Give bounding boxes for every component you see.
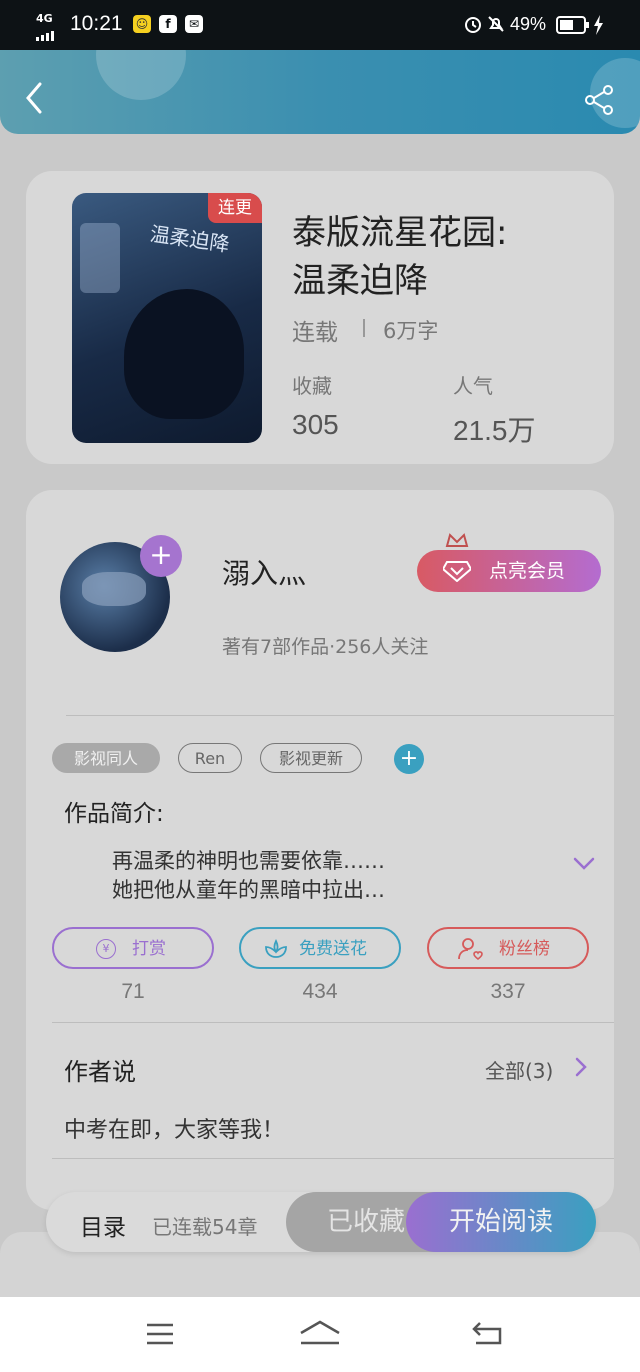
- collect-value: 305: [292, 409, 339, 440]
- popularity-value: 21.5万: [453, 415, 536, 446]
- author-says-all-link[interactable]: 全部(3): [485, 1055, 553, 1084]
- expand-chevron-icon[interactable]: [572, 856, 596, 876]
- tag-fandom[interactable]: 影视同人: [52, 743, 160, 773]
- intro-line1: 再温柔的神明也需要依靠……: [112, 849, 385, 873]
- yen-icon: ¥: [96, 939, 116, 959]
- chevron-right-icon[interactable]: [574, 1056, 588, 1082]
- member-button[interactable]: 点亮会员: [417, 550, 601, 592]
- author-name[interactable]: 溺入灬: [222, 552, 306, 592]
- tip-button-label: 打赏: [132, 939, 166, 959]
- popularity-label: 人气: [453, 374, 493, 398]
- decor-bubble: [96, 50, 186, 100]
- start-reading-button[interactable]: 开始阅读: [406, 1192, 596, 1252]
- diamond-icon: [443, 561, 471, 582]
- status-divider: [363, 319, 365, 337]
- tip-count: 71: [121, 980, 145, 1003]
- back-nav-icon[interactable]: [470, 1319, 506, 1351]
- chapter-count: 已连载54章: [152, 1215, 258, 1239]
- book-title-line1: 泰版流星花园:: [292, 213, 508, 253]
- avatar-figures: [82, 572, 146, 606]
- mail-icon: ✉: [185, 15, 203, 33]
- book-title-line2: 温柔迫降: [292, 261, 428, 301]
- collect-label: 收藏: [292, 374, 332, 398]
- author-stats: 著有7部作品·256人关注: [222, 636, 429, 658]
- free-flower-button[interactable]: 免费送花: [239, 927, 401, 969]
- cover-light: [80, 223, 120, 293]
- system-nav-bar: [0, 1297, 640, 1372]
- cover-figure: [124, 289, 244, 419]
- cover-title-text: 温柔迫降: [148, 221, 232, 257]
- charging-icon: [593, 15, 605, 39]
- fan-ranking-button[interactable]: 粉丝榜: [427, 927, 589, 969]
- intro-line2: 她把他从童年的黑暗中拉出…: [112, 878, 385, 902]
- detail-card: + 溺入灬 著有7部作品·256人关注 点亮会员 影视同人 Ren 影视更新 +…: [26, 490, 614, 1210]
- back-icon[interactable]: [22, 80, 48, 120]
- section-divider: [52, 1022, 614, 1023]
- home-icon[interactable]: [297, 1319, 343, 1351]
- fan-count: 337: [490, 980, 526, 1003]
- word-count: 6万字: [383, 319, 439, 343]
- serial-badge: 连更: [208, 193, 262, 223]
- author-message: 中考在即，大家等我！: [64, 1118, 285, 1143]
- member-button-label: 点亮会员: [489, 560, 566, 582]
- alarm-icon: [463, 14, 483, 38]
- section-divider: [52, 1158, 614, 1159]
- flower-count: 434: [302, 980, 338, 1003]
- follow-plus-icon[interactable]: +: [140, 535, 182, 577]
- share-icon[interactable]: [584, 84, 616, 120]
- facebook-icon: f: [159, 15, 177, 33]
- flower-icon: [265, 938, 287, 958]
- toc-button[interactable]: 目录: [80, 1208, 126, 1242]
- tag-ren[interactable]: Ren: [178, 743, 242, 773]
- tip-button[interactable]: ¥ 打赏: [52, 927, 214, 969]
- battery-icon: [556, 16, 590, 38]
- signal-bars-icon: [36, 26, 64, 45]
- book-info-card: 温柔迫降 连更 泰版流星花园: 温柔迫降 连载 6万字 收藏 305 人气 21…: [26, 171, 614, 464]
- fan-ranking-label: 粉丝榜: [499, 939, 550, 959]
- book-status: 连载: [292, 320, 338, 346]
- status-bar: 4G 10:21 ☺ f ✉ 49%: [0, 0, 640, 50]
- signal-indicator: 4G: [36, 12, 53, 25]
- fan-user-icon: [458, 938, 483, 961]
- mute-bell-icon: [486, 14, 506, 38]
- header: [0, 50, 640, 134]
- battery-percent: 49%: [510, 14, 547, 34]
- app-notification-icon: ☺: [133, 15, 151, 33]
- book-cover[interactable]: 温柔迫降 连更: [72, 193, 262, 443]
- clock: 10:21: [70, 12, 123, 35]
- section-divider: [66, 715, 614, 716]
- tag-update[interactable]: 影视更新: [260, 743, 362, 773]
- menu-icon[interactable]: [145, 1322, 175, 1350]
- author-says-heading: 作者说: [64, 1058, 136, 1086]
- bottom-action-bar: 目录 已连载54章 已收藏 开始阅读: [46, 1192, 596, 1252]
- add-tag-icon[interactable]: +: [394, 744, 424, 774]
- intro-heading: 作品简介:: [64, 801, 164, 827]
- free-flower-label: 免费送花: [299, 939, 367, 959]
